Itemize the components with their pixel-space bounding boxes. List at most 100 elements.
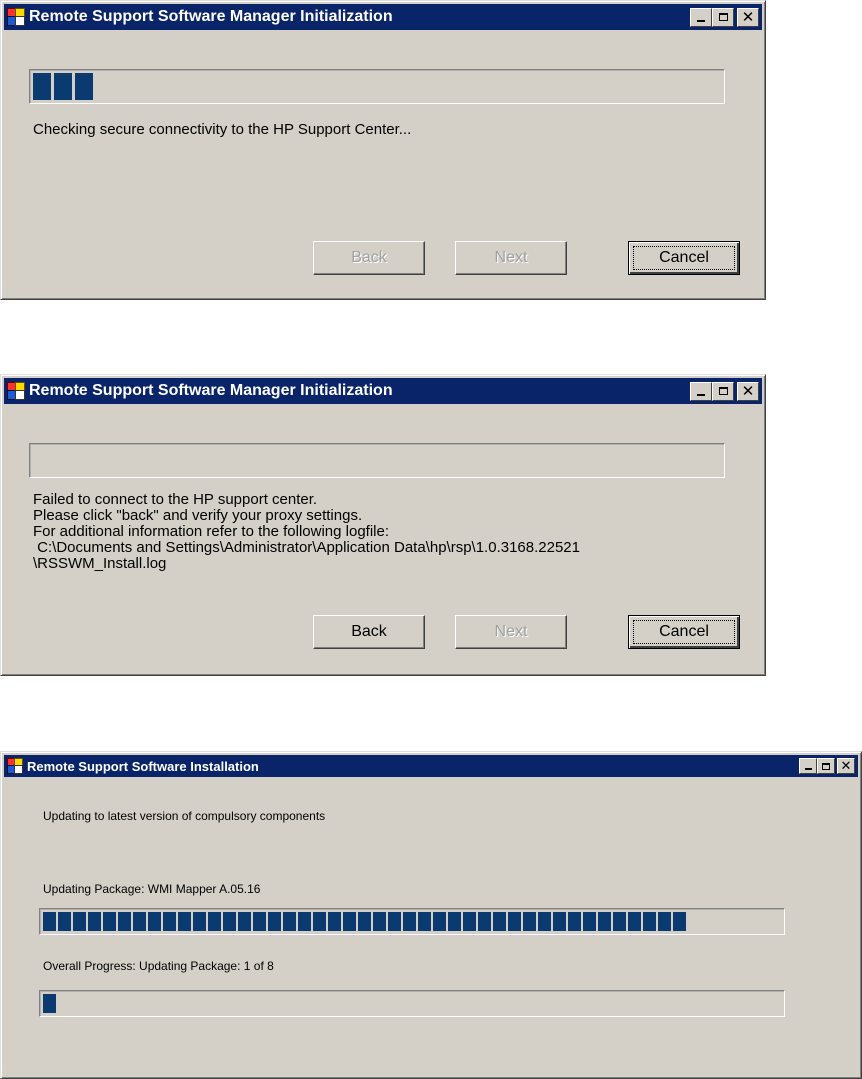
- init-dialog-checking: Remote Support Software Manager Initiali…: [0, 0, 766, 300]
- progress-block: [148, 912, 161, 931]
- progress-block: [493, 912, 506, 931]
- progress-block: [118, 912, 131, 931]
- progress-block: [433, 912, 446, 931]
- maximize-button[interactable]: [817, 758, 835, 774]
- message-line: For additional information refer to the …: [33, 523, 390, 540]
- maximize-button[interactable]: [712, 381, 734, 401]
- progress-block: [373, 912, 386, 931]
- close-icon: ✕: [840, 758, 852, 774]
- progress-block: [598, 912, 611, 931]
- progress-block: [448, 912, 461, 931]
- cancel-button[interactable]: Cancel: [628, 241, 740, 275]
- maximize-button[interactable]: [712, 7, 734, 27]
- back-button[interactable]: Back: [313, 615, 425, 649]
- progress-block: [523, 912, 536, 931]
- next-button-label: Next: [494, 249, 528, 266]
- message-line: \RSSWM_Install.log: [33, 555, 167, 572]
- close-icon: ✕: [741, 381, 755, 400]
- progress-block: [538, 912, 551, 931]
- progress-block: [268, 912, 281, 931]
- title-bar[interactable]: Remote Support Software Installation ✕: [4, 755, 858, 777]
- app-icon: [7, 758, 23, 774]
- window-title: Remote Support Software Manager Initiali…: [29, 382, 393, 399]
- error-message: Failed to connect to the HP support cent…: [33, 492, 580, 572]
- progress-block: [208, 912, 221, 931]
- minimize-button[interactable]: [690, 7, 712, 27]
- progress-block: [583, 912, 596, 931]
- progress-block: [388, 912, 401, 931]
- progress-block: [343, 912, 356, 931]
- progress-block: [568, 912, 581, 931]
- minimize-button[interactable]: [799, 758, 817, 774]
- app-icon: [7, 382, 25, 400]
- progress-block: [628, 912, 641, 931]
- message-line: C:\Documents and Settings\Administrator\…: [33, 539, 580, 556]
- next-button[interactable]: Next: [455, 615, 567, 649]
- progress-block: [673, 912, 686, 931]
- progress-block: [553, 912, 566, 931]
- window-title: Remote Support Software Installation: [27, 758, 259, 774]
- progress-block: [33, 73, 51, 100]
- next-button[interactable]: Next: [455, 241, 567, 275]
- progress-block: [75, 73, 93, 100]
- minimize-icon: [805, 768, 812, 770]
- init-progress-bar: [29, 69, 725, 104]
- progress-block: [298, 912, 311, 931]
- back-button-label: Back: [351, 249, 387, 266]
- maximize-icon: [718, 387, 728, 395]
- message-line: Please click "back" and verify your prox…: [33, 507, 363, 524]
- progress-block: [163, 912, 176, 931]
- package-label: Updating Package: WMI Mapper A.05.16: [43, 882, 261, 896]
- progress-block: [643, 912, 656, 931]
- maximize-icon: [822, 762, 830, 770]
- install-dialog: Remote Support Software Installation ✕ U…: [0, 751, 862, 1079]
- back-button-label: Back: [351, 623, 387, 640]
- progress-block: [133, 912, 146, 931]
- window-title: Remote Support Software Manager Initiali…: [29, 8, 393, 25]
- progress-block: [418, 912, 431, 931]
- message-line: Failed to connect to the HP support cent…: [33, 491, 318, 508]
- progress-block: [313, 912, 326, 931]
- progress-block: [103, 912, 116, 931]
- close-button[interactable]: ✕: [837, 758, 855, 774]
- minimize-icon: [697, 19, 705, 22]
- progress-block: [403, 912, 416, 931]
- close-button[interactable]: ✕: [737, 7, 759, 27]
- progress-block: [193, 912, 206, 931]
- progress-block: [253, 912, 266, 931]
- message-line: Checking secure connectivity to the HP S…: [33, 121, 412, 138]
- progress-block: [178, 912, 191, 931]
- progress-block: [613, 912, 626, 931]
- cancel-button-label: Cancel: [659, 623, 709, 640]
- progress-block: [283, 912, 296, 931]
- progress-block: [358, 912, 371, 931]
- status-message: Checking secure connectivity to the HP S…: [33, 122, 411, 138]
- progress-block: [328, 912, 341, 931]
- minimize-icon: [697, 393, 705, 396]
- title-bar[interactable]: Remote Support Software Manager Initiali…: [4, 378, 762, 404]
- close-icon: ✕: [741, 7, 755, 26]
- close-button[interactable]: ✕: [737, 381, 759, 401]
- cancel-button-label: Cancel: [659, 249, 709, 266]
- progress-block: [223, 912, 236, 931]
- init-progress-bar: [29, 443, 725, 478]
- progress-block: [43, 912, 56, 931]
- overall-progress-label: Overall Progress: Updating Package: 1 of…: [43, 959, 274, 973]
- next-button-label: Next: [494, 623, 528, 640]
- back-button[interactable]: Back: [313, 241, 425, 275]
- title-bar[interactable]: Remote Support Software Manager Initiali…: [4, 4, 762, 30]
- progress-block: [463, 912, 476, 931]
- progress-block: [508, 912, 521, 931]
- progress-block: [88, 912, 101, 931]
- progress-block: [478, 912, 491, 931]
- progress-block: [238, 912, 251, 931]
- progress-block: [54, 73, 72, 100]
- cancel-button[interactable]: Cancel: [628, 615, 740, 649]
- app-icon: [7, 8, 25, 26]
- minimize-button[interactable]: [690, 381, 712, 401]
- init-dialog-failed: Remote Support Software Manager Initiali…: [0, 374, 766, 676]
- package-progress-bar: [39, 908, 785, 935]
- progress-block: [43, 994, 56, 1013]
- overall-progress-bar: [39, 990, 785, 1017]
- status-text: Updating to latest version of compulsory…: [43, 809, 326, 823]
